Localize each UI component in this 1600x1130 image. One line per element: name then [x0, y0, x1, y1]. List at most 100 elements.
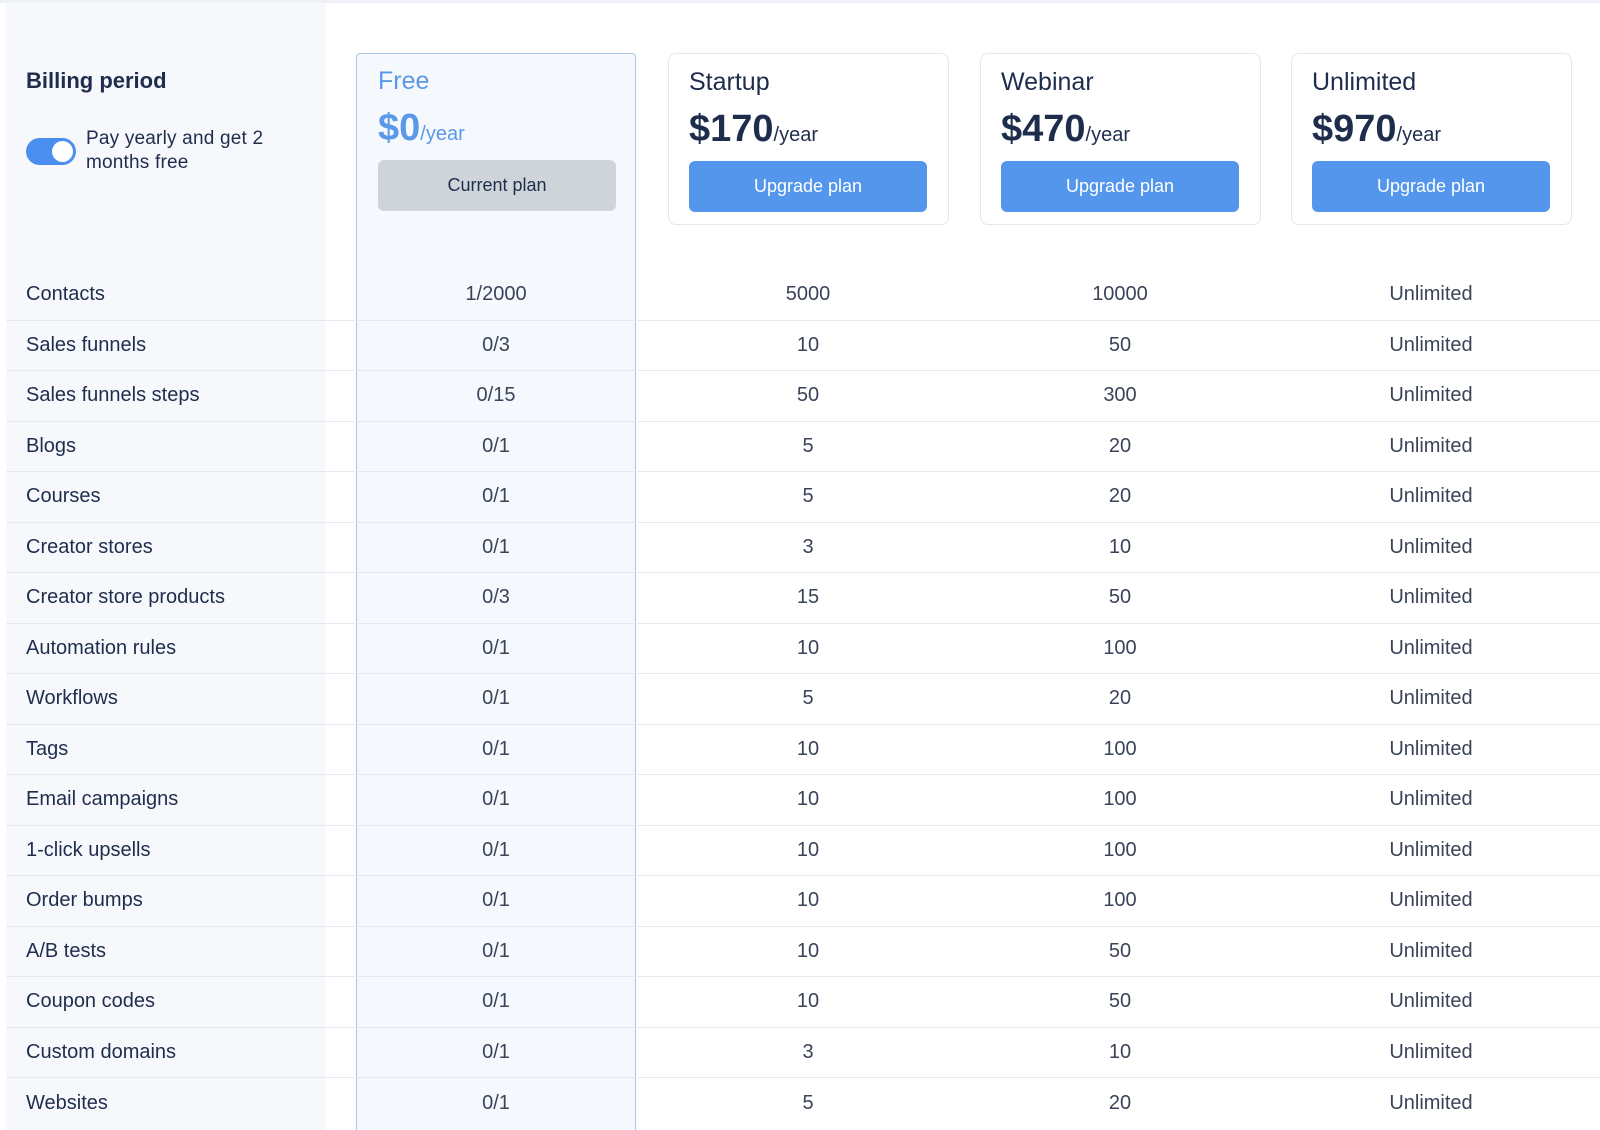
free-value: 0/3 — [482, 586, 510, 609]
startup-value: 5 — [802, 434, 814, 457]
feature-label: Websites — [26, 1091, 108, 1114]
plan-price: $970/year — [1312, 108, 1441, 151]
price-amount: $170 — [689, 108, 774, 150]
startup-value: 10 — [796, 636, 820, 659]
upgrade-unlimited-button[interactable]: Upgrade plan — [1312, 161, 1550, 212]
price-period: /year — [1396, 124, 1442, 146]
feature-comparison-table: Contacts 1/2000 5000 10000 Unlimited Sal… — [6, 270, 1600, 1129]
webinar-value: 20 — [1108, 485, 1132, 508]
webinar-value: 50 — [1108, 333, 1132, 356]
plan-price: $470/year — [1001, 108, 1130, 151]
webinar-value: 50 — [1108, 990, 1132, 1013]
billing-period-title: Billing period — [26, 68, 167, 93]
webinar-value: 300 — [1103, 384, 1137, 407]
webinar-value: 20 — [1108, 434, 1132, 457]
unlimited-value: Unlimited — [1389, 990, 1473, 1013]
free-value: 0/1 — [482, 737, 510, 760]
feature-row: Custom domains 0/1 3 10 Unlimited — [6, 1028, 1600, 1078]
feature-row: Websites 0/1 5 20 Unlimited — [6, 1078, 1600, 1129]
free-value: 0/1 — [482, 636, 510, 659]
yearly-billing-toggle[interactable] — [26, 138, 76, 165]
unlimited-value: Unlimited — [1389, 586, 1473, 609]
feature-row: A/B tests 0/1 10 50 Unlimited — [6, 927, 1600, 977]
unlimited-value: Unlimited — [1389, 838, 1473, 861]
startup-value: 5 — [802, 485, 814, 508]
unlimited-value: Unlimited — [1389, 636, 1473, 659]
feature-row: Email campaigns 0/1 10 100 Unlimited — [6, 775, 1600, 826]
webinar-value: 10000 — [1092, 283, 1148, 306]
webinar-value: 100 — [1103, 636, 1137, 659]
free-value: 0/1 — [482, 838, 510, 861]
feature-row: Creator stores 0/1 3 10 Unlimited — [6, 523, 1600, 573]
feature-row: Tags 0/1 10 100 Unlimited — [6, 725, 1600, 775]
plan-name: Free — [378, 67, 430, 95]
price-period: /year — [420, 123, 465, 145]
feature-row: Sales funnels 0/3 10 50 Unlimited — [6, 321, 1600, 371]
price-amount: $970 — [1312, 108, 1397, 150]
webinar-value: 100 — [1103, 889, 1137, 912]
feature-row: 1-click upsells 0/1 10 100 Unlimited — [6, 826, 1600, 876]
feature-row: Sales funnels steps 0/15 50 300 Unlimite… — [6, 371, 1600, 422]
unlimited-value: Unlimited — [1389, 1091, 1473, 1114]
toggle-knob — [52, 141, 73, 162]
webinar-value: 20 — [1108, 687, 1132, 710]
free-value: 0/1 — [482, 1091, 510, 1114]
webinar-value: 50 — [1108, 939, 1132, 962]
unlimited-value: Unlimited — [1389, 384, 1473, 407]
free-value: 0/1 — [482, 687, 510, 710]
feature-label: Courses — [26, 485, 101, 508]
startup-value: 10 — [796, 889, 820, 912]
price-amount: $470 — [1001, 108, 1086, 150]
feature-label: Sales funnels — [26, 333, 147, 356]
startup-value: 10 — [796, 788, 820, 811]
feature-label: Blogs — [26, 434, 77, 457]
startup-value: 3 — [802, 1040, 814, 1063]
unlimited-value: Unlimited — [1389, 434, 1473, 457]
feature-row: Contacts 1/2000 5000 10000 Unlimited — [6, 270, 1600, 321]
feature-label: Order bumps — [26, 889, 143, 912]
feature-label: A/B tests — [26, 939, 107, 962]
plan-name: Unlimited — [1312, 68, 1417, 96]
free-value: 1/2000 — [465, 283, 527, 306]
free-value: 0/3 — [482, 333, 510, 356]
unlimited-value: Unlimited — [1389, 283, 1473, 306]
unlimited-value: Unlimited — [1389, 788, 1473, 811]
plan-card-unlimited: Unlimited $970/year Upgrade plan — [1291, 53, 1572, 225]
startup-value: 10 — [796, 838, 820, 861]
webinar-value: 100 — [1103, 838, 1137, 861]
plan-price: $170/year — [689, 108, 818, 151]
plan-name: Webinar — [1001, 68, 1094, 96]
feature-label: Workflows — [26, 687, 118, 710]
feature-row: Order bumps 0/1 10 100 Unlimited — [6, 876, 1600, 927]
webinar-value: 20 — [1108, 1091, 1132, 1114]
webinar-value: 10 — [1108, 1040, 1132, 1063]
unlimited-value: Unlimited — [1389, 939, 1473, 962]
webinar-value: 100 — [1103, 737, 1137, 760]
price-amount: $0 — [378, 107, 421, 149]
feature-row: Courses 0/1 5 20 Unlimited — [6, 472, 1600, 523]
feature-row: Automation rules 0/1 10 100 Unlimited — [6, 624, 1600, 674]
current-plan-button[interactable]: Current plan — [378, 160, 616, 211]
plan-card-startup: Startup $170/year Upgrade plan — [668, 53, 949, 225]
startup-value: 10 — [796, 939, 820, 962]
feature-row: Creator store products 0/3 15 50 Unlimit… — [6, 573, 1600, 624]
startup-value: 3 — [802, 535, 814, 558]
unlimited-value: Unlimited — [1389, 889, 1473, 912]
free-value: 0/1 — [482, 434, 510, 457]
pricing-page: Billing period Pay yearly and get 2 mont… — [0, 0, 1600, 1130]
unlimited-value: Unlimited — [1389, 687, 1473, 710]
feature-label: Automation rules — [26, 636, 177, 659]
startup-value: 10 — [796, 990, 820, 1013]
price-period: /year — [1085, 124, 1131, 146]
free-value: 0/1 — [482, 788, 510, 811]
feature-label: Sales funnels steps — [26, 384, 200, 407]
upgrade-startup-button[interactable]: Upgrade plan — [689, 161, 927, 212]
plan-card-free: Free $0/year Current plan — [358, 53, 639, 225]
startup-value: 5000 — [785, 283, 831, 306]
feature-label: Creator store products — [26, 586, 225, 609]
feature-label: Email campaigns — [26, 788, 179, 811]
free-value: 0/1 — [482, 939, 510, 962]
free-value: 0/1 — [482, 1040, 510, 1063]
unlimited-value: Unlimited — [1389, 1040, 1473, 1063]
upgrade-webinar-button[interactable]: Upgrade plan — [1001, 161, 1239, 212]
